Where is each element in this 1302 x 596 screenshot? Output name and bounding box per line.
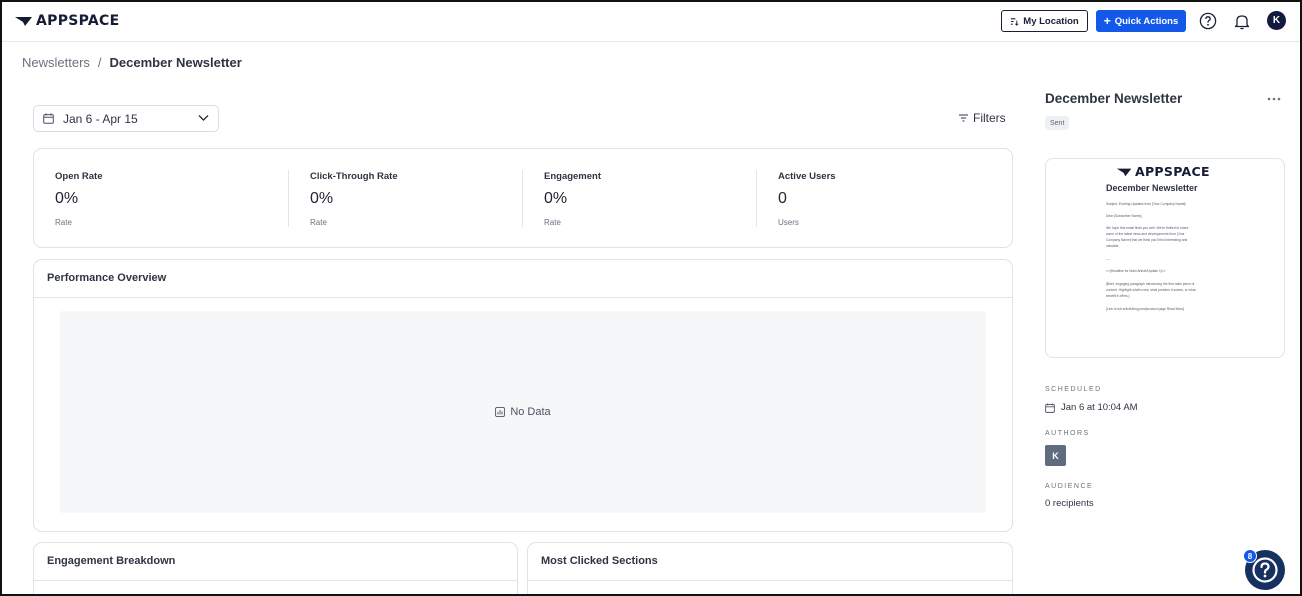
stat-value: 0%: [310, 190, 334, 207]
date-range-value: Jan 6 - Apr 15: [63, 111, 138, 126]
app-window: APPSPACE My Location + Quick Actions K N…: [0, 0, 1302, 596]
stat-unit: Rate: [310, 218, 327, 227]
authors-label: AUTHORS: [1045, 430, 1090, 437]
my-location-button[interactable]: My Location: [1001, 10, 1088, 32]
stat-value: 0%: [55, 190, 79, 207]
stat-unit: Users: [778, 218, 799, 227]
card-header: Engagement Breakdown: [34, 543, 517, 581]
logo-mark-icon: [1116, 168, 1132, 176]
more-options-icon[interactable]: [1265, 92, 1283, 106]
audience-label: AUDIENCE: [1045, 483, 1094, 490]
most-clicked-sections-title: Most Clicked Sections: [541, 555, 658, 567]
calendar-icon: [43, 113, 54, 124]
user-avatar[interactable]: K: [1267, 11, 1286, 30]
stats-card: Open Rate 0% Rate Click-Through Rate 0% …: [33, 148, 1013, 248]
preview-line: Subject: Exciting Updates from [Your Com…: [1106, 202, 1187, 206]
quick-actions-button[interactable]: + Quick Actions: [1096, 10, 1186, 32]
preview-line: Dear [Subscriber Name],: [1106, 214, 1143, 218]
preview-line: ----: [1106, 257, 1111, 261]
stat-value: 0: [778, 190, 787, 207]
preview-line: We hope this email finds you well. We're…: [1106, 226, 1189, 230]
preview-logo: APPSPACE: [1116, 164, 1210, 179]
card-header: Most Clicked Sections: [528, 543, 1012, 581]
engagement-breakdown-card: Engagement Breakdown: [33, 542, 518, 594]
preview-line: some of the latest news and developments…: [1106, 232, 1185, 236]
status-badge: Sent: [1045, 116, 1070, 130]
audience-count: 0 recipients: [1045, 498, 1094, 509]
filters-label: Filters: [973, 111, 1006, 125]
preview-line: [Link to full article/blog post/product …: [1106, 307, 1185, 311]
stat-label: Click-Through Rate: [310, 171, 398, 182]
stat-label: Active Users: [778, 171, 836, 182]
preview-line: Company Name] that we think you'll find …: [1106, 238, 1188, 242]
author-avatar[interactable]: K: [1045, 445, 1066, 466]
quick-actions-label: Quick Actions: [1114, 15, 1179, 27]
stat-value: 0%: [544, 190, 568, 207]
plus-icon: +: [1103, 14, 1111, 28]
preview-line: <<[Headline for Main Article/Update 1]>>: [1106, 269, 1166, 273]
preview-line: valuable.: [1106, 244, 1120, 248]
stat-unit: Rate: [544, 218, 561, 227]
no-data-label: No Data: [510, 406, 551, 418]
filters-button[interactable]: Filters: [959, 111, 1006, 125]
appspace-logo[interactable]: APPSPACE: [14, 13, 120, 29]
stat-unit: Rate: [55, 218, 72, 227]
scheduled-date: Jan 6 at 10:04 AM: [1061, 402, 1138, 413]
breadcrumb-separator: /: [97, 55, 102, 70]
stat-label: Engagement: [544, 171, 602, 182]
preview-line: [Brief, engaging paragraph introducing t…: [1106, 282, 1195, 286]
chevron-down-icon: [198, 115, 209, 121]
newsletter-preview[interactable]: APPSPACE December Newsletter Subject: Ex…: [1045, 158, 1285, 358]
breadcrumb-current: December Newsletter: [109, 55, 242, 70]
performance-chart-empty: No Data: [60, 311, 986, 513]
stat-divider: [522, 170, 523, 227]
engagement-breakdown-title: Engagement Breakdown: [47, 555, 176, 567]
chart-icon: [495, 407, 506, 417]
breadcrumb-newsletters-link[interactable]: Newsletters: [22, 55, 90, 70]
audience-value: 0 recipients: [1045, 498, 1094, 509]
stat-divider: [756, 170, 757, 227]
filter-icon: [959, 114, 968, 122]
breadcrumb: Newsletters / December Newsletter: [22, 55, 242, 70]
preview-logo-text: APPSPACE: [1135, 164, 1210, 179]
location-icon: [1011, 17, 1019, 26]
stat-label: Open Rate: [55, 171, 103, 182]
scheduled-label: SCHEDULED: [1045, 386, 1102, 393]
scheduled-value: Jan 6 at 10:04 AM: [1045, 402, 1138, 413]
help-notification-badge: 8: [1243, 549, 1257, 563]
preview-line: benefit it offers.]: [1106, 294, 1130, 298]
preview-line: content. Highlight what's new, what prob…: [1106, 288, 1196, 292]
performance-overview-title: Performance Overview: [47, 272, 167, 284]
bell-icon[interactable]: [1232, 11, 1252, 31]
calendar-icon: [1045, 402, 1055, 413]
my-location-label: My Location: [1023, 15, 1079, 27]
help-circle-icon[interactable]: [1198, 11, 1218, 31]
top-bar: APPSPACE My Location + Quick Actions K: [2, 2, 1300, 42]
preview-title: December Newsletter: [1106, 183, 1198, 193]
most-clicked-sections-card: Most Clicked Sections: [527, 542, 1013, 594]
stat-divider: [288, 170, 289, 227]
card-header: Performance Overview: [34, 260, 1012, 298]
newsletter-title: December Newsletter: [1045, 91, 1183, 106]
performance-overview-card: Performance Overview No Data: [33, 259, 1013, 532]
date-range-picker[interactable]: Jan 6 - Apr 15: [33, 105, 219, 132]
logo-mark-icon: [15, 17, 32, 26]
logo-text: APPSPACE: [36, 13, 120, 29]
